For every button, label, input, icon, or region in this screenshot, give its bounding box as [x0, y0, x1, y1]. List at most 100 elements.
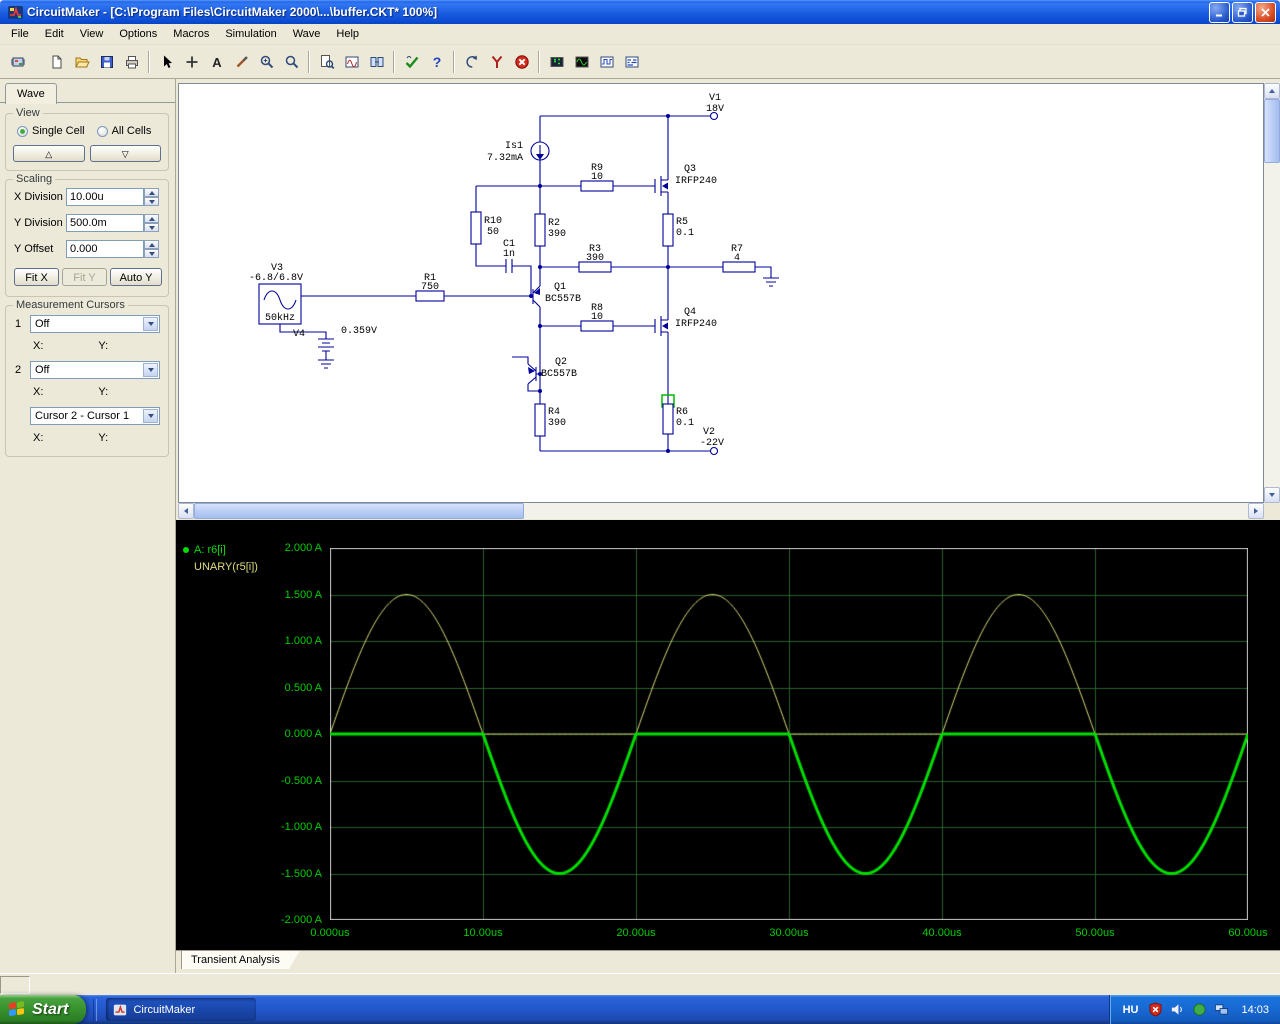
y-offset-spin-up[interactable]: [144, 240, 159, 249]
cell-up-button[interactable]: △: [13, 145, 85, 162]
run-simulation-button[interactable]: [399, 49, 424, 74]
print-button[interactable]: [119, 49, 144, 74]
start-button[interactable]: Start: [0, 995, 87, 1024]
volume-icon[interactable]: [1170, 1002, 1185, 1017]
schematic-horizontal-scrollbar[interactable]: [178, 503, 1264, 519]
menu-simulation[interactable]: Simulation: [217, 24, 284, 44]
menu-macros[interactable]: Macros: [165, 24, 217, 44]
menu-help[interactable]: Help: [328, 24, 367, 44]
resistor-r10[interactable]: R10 50: [470, 211, 502, 245]
scroll-right-arrow[interactable]: [1248, 503, 1264, 519]
cursor2-select[interactable]: Off: [30, 361, 160, 379]
selection-tool-button[interactable]: [154, 49, 179, 74]
language-indicator[interactable]: HU: [1123, 1004, 1139, 1016]
horizontal-scroll-thumb[interactable]: [194, 503, 524, 519]
reset-simulation-button[interactable]: [459, 49, 484, 74]
fit-y-button[interactable]: Fit Y: [62, 268, 107, 286]
zoom-plus-icon: [260, 55, 273, 68]
resistor-r6[interactable]: R6 0.1: [661, 394, 694, 435]
auto-y-button[interactable]: Auto Y: [110, 268, 162, 286]
x-division-input[interactable]: 10.00u: [66, 188, 144, 206]
y-division-spin-down[interactable]: [144, 223, 159, 232]
security-shield-icon[interactable]: [1148, 1002, 1163, 1017]
seven-segment-display-button[interactable]: [544, 49, 569, 74]
capacitor-c1[interactable]: C1 1n: [503, 239, 515, 273]
scroll-down-arrow[interactable]: [1264, 487, 1280, 503]
part-search-button[interactable]: [314, 49, 339, 74]
find-part-icon: [320, 54, 334, 69]
signal-source-v3[interactable]: 50kHz V3 -6.8/6.8V: [249, 263, 303, 325]
new-file-button[interactable]: [44, 49, 69, 74]
resistor-r9[interactable]: R9 10: [580, 163, 614, 192]
network-icon[interactable]: [1214, 1002, 1229, 1017]
resistor-r4[interactable]: R4 390: [534, 403, 566, 437]
x-division-spin-up[interactable]: [144, 188, 159, 197]
minimize-button[interactable]: [1209, 1, 1230, 23]
y-division-spin-up[interactable]: [144, 214, 159, 223]
logic-analyzer-display-button[interactable]: [619, 49, 644, 74]
scroll-left-arrow[interactable]: [178, 503, 194, 519]
tile-windows-button[interactable]: [364, 49, 389, 74]
stop-simulation-button[interactable]: [509, 49, 534, 74]
cursor-difference-select[interactable]: Cursor 2 - Cursor 1: [30, 407, 160, 425]
menu-options[interactable]: Options: [111, 24, 165, 44]
scroll-up-arrow[interactable]: [1264, 83, 1280, 99]
menu-edit[interactable]: Edit: [37, 24, 72, 44]
q2-name-label: Q2: [555, 357, 567, 368]
r4-name-label: R4: [548, 407, 560, 418]
cursor1-select[interactable]: Off: [30, 315, 160, 333]
vertical-scroll-thumb[interactable]: [1264, 99, 1280, 163]
y-offset-spin-down[interactable]: [144, 249, 159, 258]
help-button[interactable]: ?: [424, 49, 449, 74]
oscilloscope-display-button[interactable]: [569, 49, 594, 74]
schematic-canvas[interactable]: V1 18V Is1 7.32mA R9 10 Q3 IRFP240 R10 5…: [179, 84, 1263, 502]
status-green-icon[interactable]: [1192, 1002, 1207, 1017]
waveform-canvas[interactable]: [330, 548, 1248, 920]
x-division-spin-down[interactable]: [144, 197, 159, 206]
open-file-button[interactable]: [69, 49, 94, 74]
resistor-r1[interactable]: R1 750: [415, 273, 445, 302]
schematic-vertical-scrollbar[interactable]: [1264, 83, 1280, 503]
menu-file[interactable]: File: [3, 24, 37, 44]
cursor1-y-label: Y:: [98, 340, 109, 352]
resistor-r2[interactable]: R2 390: [534, 213, 566, 247]
close-button[interactable]: [1255, 1, 1276, 23]
y-offset-input[interactable]: 0.000: [66, 240, 144, 258]
battery-v4[interactable]: V4 0.359V: [293, 326, 377, 352]
part-browser-button[interactable]: [5, 49, 30, 74]
tab-wave[interactable]: Wave: [5, 83, 57, 104]
legend-series-2[interactable]: UNARY(r5[i]): [183, 558, 258, 575]
delete-tool-button[interactable]: [229, 49, 254, 74]
fit-x-button[interactable]: Fit X: [14, 268, 59, 286]
taskbar-item-circuitmaker[interactable]: CircuitMaker: [106, 998, 257, 1021]
zoom-tool-button[interactable]: [279, 49, 304, 74]
resistor-r7[interactable]: R7 4: [722, 244, 756, 273]
v3-frequency-label: 50kHz: [265, 312, 295, 324]
resistor-r8[interactable]: R8 10: [580, 303, 614, 332]
y-division-input[interactable]: 500.0m: [66, 214, 144, 232]
menu-wave[interactable]: Wave: [285, 24, 329, 44]
legend-series-1[interactable]: A: r6[i]: [183, 541, 258, 558]
wire-tool-button[interactable]: [179, 49, 204, 74]
radio-single-cell[interactable]: Single Cell: [17, 125, 85, 137]
transistor-q2[interactable]: Q2 BC557B: [527, 357, 577, 385]
radio-all-cells[interactable]: All Cells: [96, 125, 151, 137]
text-tool-button[interactable]: A: [204, 49, 229, 74]
restore-button[interactable]: [1232, 1, 1253, 23]
resistor-r3[interactable]: R3 390: [578, 244, 612, 273]
voltage-terminal-v2[interactable]: V2 -22V: [700, 427, 724, 456]
taskbar: Start CircuitMaker HU 14:03: [0, 995, 1280, 1024]
resistor-r5[interactable]: R5 0.1: [662, 213, 694, 247]
signal-waveform-display-button[interactable]: [594, 49, 619, 74]
cursor1-x-label: X:: [33, 340, 44, 352]
tab-transient-analysis[interactable]: Transient Analysis: [181, 951, 300, 969]
zoom-in-tool-button[interactable]: [254, 49, 279, 74]
radio-all-cells-dot: [96, 125, 108, 137]
waveforms-window-button[interactable]: [339, 49, 364, 74]
v4-value-label: 0.359V: [341, 326, 377, 337]
save-file-button[interactable]: [94, 49, 119, 74]
probe-tool-button[interactable]: [484, 49, 509, 74]
menu-view[interactable]: View: [72, 24, 112, 44]
cell-down-button[interactable]: ▽: [89, 145, 161, 162]
start-button-label: Start: [32, 1000, 69, 1018]
